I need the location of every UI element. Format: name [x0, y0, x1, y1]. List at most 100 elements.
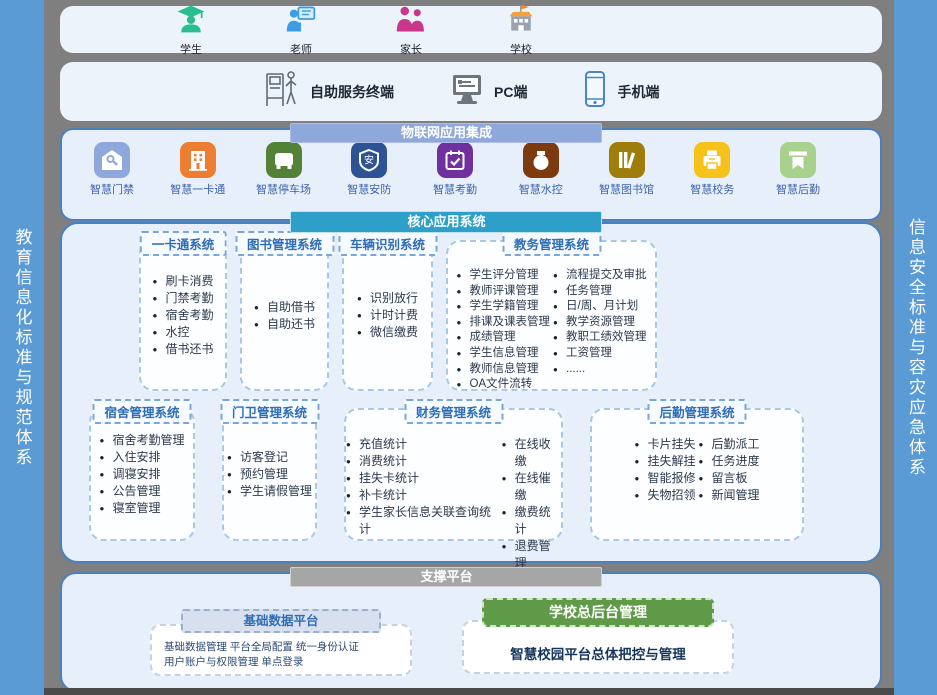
system-card: 车辆识别系统●识别放行●计时计费●微信缴费 — [342, 240, 433, 391]
system-card: 一卡通系统●刷卡消费●门禁考勤●宿舍考勤●水控●借书还书 — [139, 240, 227, 391]
terminal-pc: PC端 — [449, 72, 527, 111]
system-card: 后勤管理系统●卡片挂失●挂失解挂●智能报修●失物招领●后勤派工●任务进度●留言板… — [590, 408, 804, 541]
iot-label: 智慧后勤 — [776, 181, 820, 197]
iot-logistics: 智慧后勤 — [762, 142, 834, 197]
bullet-icon: ● — [699, 470, 704, 487]
svg-text:安: 安 — [364, 154, 374, 167]
system-feature-item: ●任务管理 — [553, 284, 647, 300]
bullet-icon: ● — [502, 470, 507, 487]
student-icon — [175, 3, 207, 40]
system-card-body: ●识别放行●计时计费●微信缴费 — [344, 242, 431, 389]
bullet-icon: ● — [457, 377, 462, 393]
iot-label: 智慧停车场 — [256, 181, 311, 197]
school-backend-title: 学校总后台管理 — [482, 598, 714, 627]
shield-icon: 安 — [351, 142, 387, 178]
bullet-icon: ● — [553, 362, 558, 378]
bullet-icon: ● — [357, 307, 362, 324]
iot-security: 安 智慧安防 — [333, 142, 405, 197]
iot-section: 物联网应用集成 智慧门禁 — [60, 128, 882, 221]
system-card-body: ●自助借书●自助还书 — [242, 242, 327, 389]
iot-label: 智慧考勤 — [433, 181, 477, 197]
school-icon — [505, 3, 537, 40]
system-feature-item: ●学生信息管理 — [457, 346, 551, 362]
parents-icon — [395, 3, 427, 40]
iot-label: 智慧图书馆 — [599, 181, 654, 197]
bullet-icon: ● — [553, 268, 558, 284]
iot-label: 智慧一卡通 — [170, 181, 225, 197]
system-feature-item: ●后勤派工 — [699, 436, 760, 453]
system-feature-item: ●教师评课管理 — [457, 284, 551, 300]
bullet-icon: ● — [502, 538, 507, 555]
bullet-icon: ● — [634, 436, 639, 453]
system-feature-item: ●排课及课表管理 — [457, 315, 551, 331]
building-icon — [180, 142, 216, 178]
system-feature-item: ●学生请假管理 — [227, 483, 312, 500]
system-card-title: 后勤管理系统 — [647, 399, 746, 424]
pc-icon — [449, 72, 485, 111]
bullet-icon: ● — [254, 316, 259, 333]
bullet-icon: ● — [553, 330, 558, 346]
bullet-icon: ● — [346, 436, 351, 453]
core-section: 核心应用系统 一卡通系统●刷卡消费●门禁考勤●宿舍考勤●水控●借书还书图书管理系… — [60, 222, 882, 563]
system-card-title: 门卫管理系统 — [220, 399, 319, 424]
system-feature-item: ●成绩管理 — [457, 330, 551, 346]
system-feature-item: ●公告管理 — [99, 483, 184, 500]
system-card-title: 教务管理系统 — [502, 231, 601, 256]
system-feature-item: ●入住安排 — [99, 449, 184, 466]
system-card-title: 宿舍管理系统 — [92, 399, 191, 424]
system-feature-item: ●挂失卡统计 — [346, 470, 499, 487]
system-feature-item: ●水控 — [152, 324, 213, 341]
system-card: 教务管理系统●学生评分管理●教师评课管理●学生学籍管理●排课及课表管理●成绩管理… — [446, 240, 657, 391]
terminal-label: 手机端 — [617, 82, 659, 102]
bullet-icon: ● — [634, 453, 639, 470]
system-feature-item: ●失物招领 — [634, 487, 695, 504]
system-feature-item: ●智能报修 — [634, 470, 695, 487]
system-card-body: ●学生评分管理●教师评课管理●学生学籍管理●排课及课表管理●成绩管理●学生信息管… — [448, 242, 655, 389]
system-card-title: 车辆识别系统 — [338, 231, 437, 256]
bullet-icon: ● — [227, 483, 232, 500]
left-standards-label: 教育信息化标准与规范体系 — [10, 228, 35, 468]
iot-label: 智慧安防 — [347, 181, 391, 197]
user-label: 学生 — [180, 41, 202, 57]
system-feature-item: ●微信缴费 — [357, 324, 418, 341]
iot-water: 智慧水控 — [505, 142, 577, 197]
system-feature-item: ●刷卡消费 — [152, 273, 213, 290]
system-feature-item: ●门禁考勤 — [152, 290, 213, 307]
system-card-body: ●访客登记●预约管理●学生请假管理 — [224, 410, 315, 539]
diagram-main: 学生 老师 — [60, 0, 882, 695]
bullet-icon: ● — [152, 341, 157, 358]
base-data-platform-title: 基础数据平台 — [181, 609, 381, 633]
system-feature-item: ●任务进度 — [699, 453, 760, 470]
bullet-icon: ● — [99, 500, 104, 517]
support-section: 支撑平台 基础数据平台 基础数据管理 平台全局配置 统一身份认证 用户账户与权限… — [60, 572, 882, 692]
bullet-icon: ● — [357, 324, 362, 341]
bullet-icon: ● — [634, 487, 639, 504]
system-feature-item: ●留言板 — [699, 470, 760, 487]
bullet-icon: ● — [502, 504, 507, 521]
bullet-icon: ● — [99, 432, 104, 449]
system-feature-item: ●自助还书 — [254, 316, 315, 333]
system-feature-item: ●充值统计 — [346, 436, 499, 453]
school-backend-body: 智慧校园平台总体把控与管理 — [462, 620, 734, 674]
iot-school-affairs: 智慧校务 — [676, 142, 748, 197]
user-parents: 家长 — [386, 3, 436, 57]
bottom-shadow-strip — [44, 688, 894, 695]
system-feature-item: ●新闻管理 — [699, 487, 760, 504]
core-row-bottom: 宿舍管理系统●宿舍考勤管理●入住安排●调寝安排●公告管理●寝室管理门卫管理系统●… — [89, 408, 880, 541]
parking-icon — [266, 142, 302, 178]
user-teacher: 老师 — [276, 3, 326, 57]
bullet-icon: ● — [457, 330, 462, 346]
bullet-icon: ● — [699, 436, 704, 453]
system-card: 财务管理系统●充值统计●消费统计●挂失卡统计●补卡统计●学生家长信息关联查询统计… — [344, 408, 563, 541]
system-card-body: ●宿舍考勤管理●入住安排●调寝安排●公告管理●寝室管理 — [91, 410, 193, 539]
system-feature-item: ●在线催缴 — [502, 470, 561, 504]
system-feature-item: ●挂失解挂 — [634, 453, 695, 470]
bullet-icon: ● — [99, 466, 104, 483]
bullet-icon: ● — [254, 299, 259, 316]
bullet-icon: ● — [699, 487, 704, 504]
system-card-body: ●卡片挂失●挂失解挂●智能报修●失物招领●后勤派工●任务进度●留言板●新闻管理 — [592, 410, 802, 539]
bullet-icon: ● — [553, 315, 558, 331]
bullet-icon: ● — [553, 299, 558, 315]
bullet-icon: ● — [346, 504, 351, 521]
system-feature-item: ●计时计费 — [357, 307, 418, 324]
